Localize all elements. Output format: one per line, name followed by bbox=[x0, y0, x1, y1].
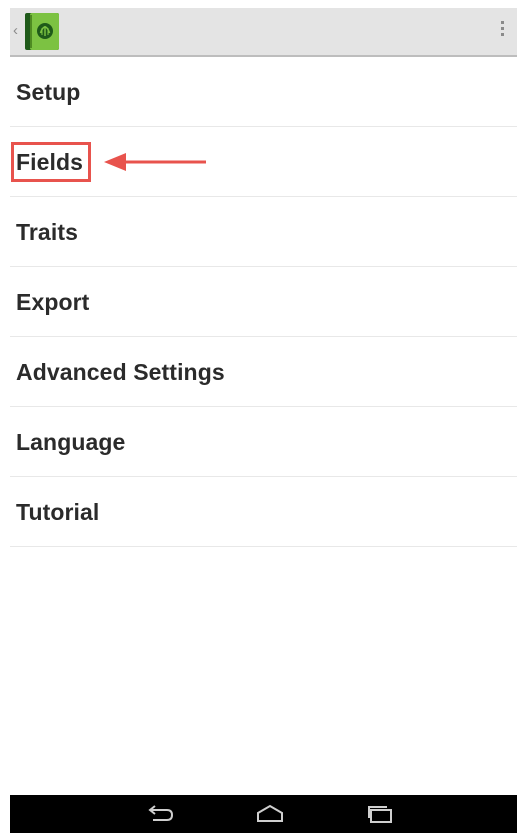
home-icon[interactable] bbox=[253, 803, 287, 825]
system-navigation-bar bbox=[10, 795, 517, 833]
menu-item-language[interactable]: Language bbox=[10, 407, 517, 477]
menu-item-label: Language bbox=[16, 429, 126, 455]
annotation-highlight-box bbox=[11, 142, 91, 182]
menu-item-setup[interactable]: Setup bbox=[10, 57, 517, 127]
menu-item-traits[interactable]: Traits bbox=[10, 197, 517, 267]
settings-menu-list: Setup Fields Traits Export Advanced Sett… bbox=[10, 57, 517, 547]
menu-item-label: Advanced Settings bbox=[16, 359, 225, 385]
menu-item-advanced-settings[interactable]: Advanced Settings bbox=[10, 337, 517, 407]
recent-apps-icon[interactable] bbox=[363, 803, 397, 825]
annotation-arrow-icon bbox=[104, 153, 206, 171]
menu-item-label: Setup bbox=[16, 79, 81, 105]
menu-item-label: Export bbox=[16, 289, 90, 315]
menu-item-tutorial[interactable]: Tutorial bbox=[10, 477, 517, 547]
menu-item-label: Tutorial bbox=[16, 499, 100, 525]
app-screen: ‹ Setup Fields Traits Export Advanced Se… bbox=[10, 8, 517, 833]
menu-item-fields[interactable]: Fields bbox=[10, 127, 517, 197]
up-navigation-caret-icon[interactable]: ‹ bbox=[13, 22, 18, 40]
action-bar: ‹ bbox=[10, 8, 517, 57]
menu-item-label: Traits bbox=[16, 219, 78, 245]
menu-item-export[interactable]: Export bbox=[10, 267, 517, 337]
field-book-app-icon[interactable] bbox=[25, 13, 59, 50]
back-icon[interactable] bbox=[143, 803, 177, 825]
overflow-menu-icon[interactable] bbox=[499, 21, 505, 41]
